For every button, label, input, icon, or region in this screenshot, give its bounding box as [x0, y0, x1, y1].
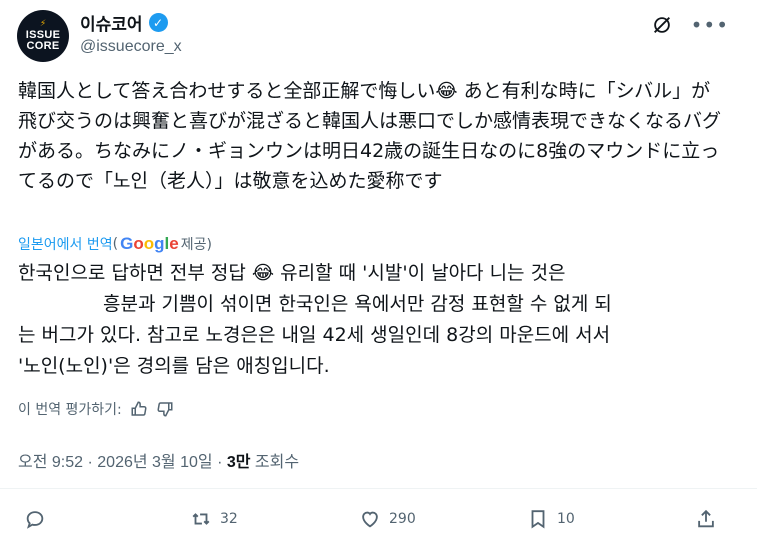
post-time[interactable]: 오전 9:52	[18, 454, 83, 471]
repost-count: 32	[220, 511, 238, 527]
repost-icon	[192, 513, 210, 525]
avatar[interactable]: ⚡ ISSUE CORE	[17, 10, 69, 62]
more-options-icon[interactable]: •••	[691, 15, 729, 35]
author-name-row: 이슈코어 ✓	[80, 10, 168, 35]
translation-line: '노인(노인)'은 경의를 담은 애칭입니다.	[18, 355, 330, 377]
avatar-text-line2: CORE	[26, 40, 60, 52]
provided-label: 제공)	[180, 237, 212, 253]
post-action-bar: 32 290 10	[0, 508, 757, 538]
translated-from-link[interactable]: 일본어에서 번역	[18, 234, 113, 254]
share-icon	[698, 509, 714, 528]
views-count: 3만	[226, 454, 251, 471]
like-count: 290	[389, 511, 416, 527]
repost-button[interactable]: 32	[190, 508, 238, 530]
post-original-text: 韓国人として答え合わせすると全部正解で悔しい😂 あと有利な時に「シバル」が飛び交…	[18, 80, 722, 192]
translation-line: 는 버그가 있다. 참고로 노경은은 내일 42세 생일인데 8강의 마운드에 …	[18, 324, 611, 346]
share-button[interactable]	[695, 508, 717, 530]
bookmark-icon	[531, 510, 545, 529]
views-label: 조회수	[254, 454, 300, 471]
author-name[interactable]: 이슈코어	[80, 10, 143, 35]
thumbs-up-icon[interactable]	[130, 400, 148, 418]
author-handle[interactable]: @issuecore_x	[80, 38, 182, 56]
google-logo: Google	[120, 234, 179, 253]
bookmark-button[interactable]: 10	[527, 508, 575, 530]
verified-badge-icon[interactable]: ✓	[148, 13, 168, 32]
rate-translation: 이 번역 평가하기:	[18, 399, 174, 419]
bookmark-count: 10	[557, 511, 575, 527]
reply-button[interactable]	[24, 508, 54, 530]
like-button[interactable]: 290	[359, 508, 416, 530]
post-top-actions: •••	[651, 14, 729, 36]
reply-icon	[26, 511, 44, 529]
post-translation: 한국인으로 답하면 전부 정답 😂 유리할 때 '시발'이 날아다 니는 것은 …	[18, 258, 728, 382]
rate-translation-label: 이 번역 평가하기:	[18, 402, 122, 418]
lightning-icon: ⚡	[39, 19, 47, 29]
thumbs-down-icon[interactable]	[156, 400, 174, 418]
grok-icon[interactable]	[651, 14, 673, 36]
divider	[0, 488, 757, 489]
post-date[interactable]: 2026년 3월 10일	[97, 454, 212, 471]
translation-line: 흥분과 기쁨이 섞이면 한국인은 욕에서만 감정 표현할 수 없게 되	[103, 293, 612, 315]
translation-source-label: 일본어에서 번역 ( Google 제공)	[18, 234, 212, 254]
translation-line: 한국인으로 답하면 전부 정답 😂 유리할 때 '시발'이 날아다 니는 것은	[18, 262, 566, 284]
heart-icon	[362, 511, 378, 528]
post-meta: 오전 9:52 · 2026년 3월 10일 · 3만 조회수	[18, 454, 300, 471]
